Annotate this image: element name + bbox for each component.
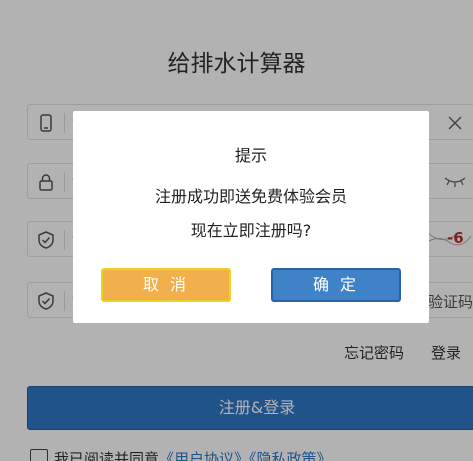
- confirm-dialog: 提示 注册成功即送免费体验会员 现在立即注册吗? 取 消 确 定: [73, 111, 429, 323]
- confirm-button[interactable]: 确 定: [271, 268, 401, 302]
- dialog-message-line2: 现在立即注册吗?: [190, 221, 312, 240]
- cancel-button[interactable]: 取 消: [101, 268, 231, 302]
- dialog-title: 提示: [234, 146, 267, 165]
- dialog-message-line1: 注册成功即送免费体验会员: [154, 187, 347, 206]
